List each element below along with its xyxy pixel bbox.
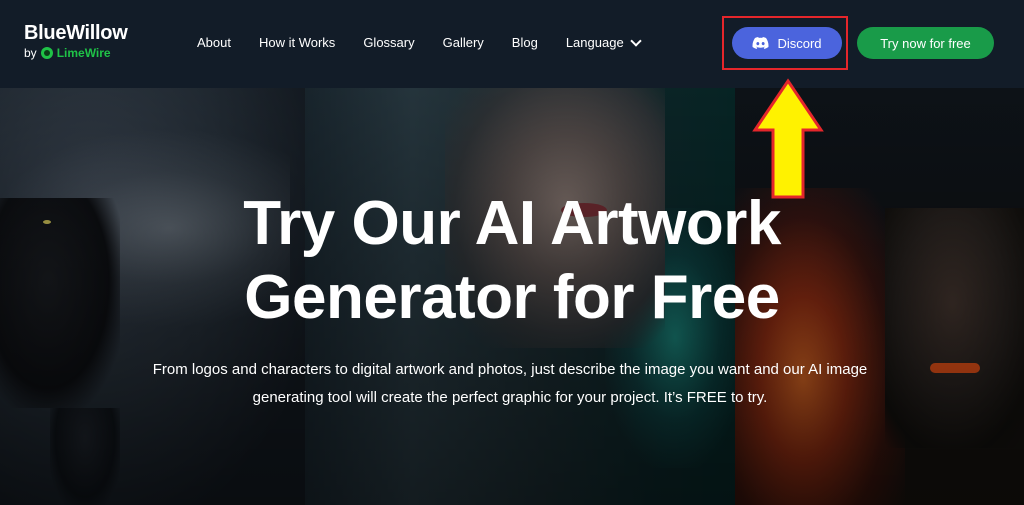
arrow-up-icon: [752, 78, 824, 199]
brand-byline: by LimeWire: [24, 46, 128, 60]
chevron-down-icon: [630, 34, 642, 47]
hero-description-line-1: From logos and characters to digital art…: [152, 361, 868, 378]
hero-title-line-2: Generator for Free: [244, 263, 780, 332]
brand-name: BlueWillow: [24, 22, 128, 44]
discord-button-label: Discord: [777, 35, 822, 51]
limewire-logo-icon: [40, 47, 53, 59]
language-label: Language: [565, 35, 624, 50]
hero-description-line-2: generating tool will create the perfect …: [252, 389, 768, 406]
nav-item-blog[interactable]: Blog: [512, 35, 538, 50]
hero-description: From logos and characters to digital art…: [90, 356, 930, 412]
discord-button[interactable]: Discord: [732, 27, 842, 59]
brand-by-text: by: [24, 46, 37, 60]
brand-logo[interactable]: BlueWillow by LimeWire: [24, 22, 128, 60]
hero-title: Try Our AI Artwork Generator for Free: [0, 187, 1024, 335]
hero-title-line-1: Try Our AI Artwork: [243, 189, 781, 258]
try-now-button-label: Try now for free: [880, 35, 971, 51]
nav-item-glossary[interactable]: Glossary: [363, 35, 414, 50]
try-now-button[interactable]: Try now for free: [857, 27, 994, 59]
brand-partner-name: LimeWire: [56, 46, 111, 60]
main-nav: About How it Works Glossary Gallery Blog…: [197, 34, 668, 50]
site-header: BlueWillow by LimeWire About How it Work…: [0, 0, 1024, 88]
nav-item-how-it-works[interactable]: How it Works: [259, 35, 335, 50]
language-dropdown[interactable]: Language: [565, 34, 642, 50]
nav-item-gallery[interactable]: Gallery: [443, 35, 484, 50]
nav-item-about[interactable]: About: [197, 35, 231, 50]
discord-icon: [752, 37, 769, 49]
